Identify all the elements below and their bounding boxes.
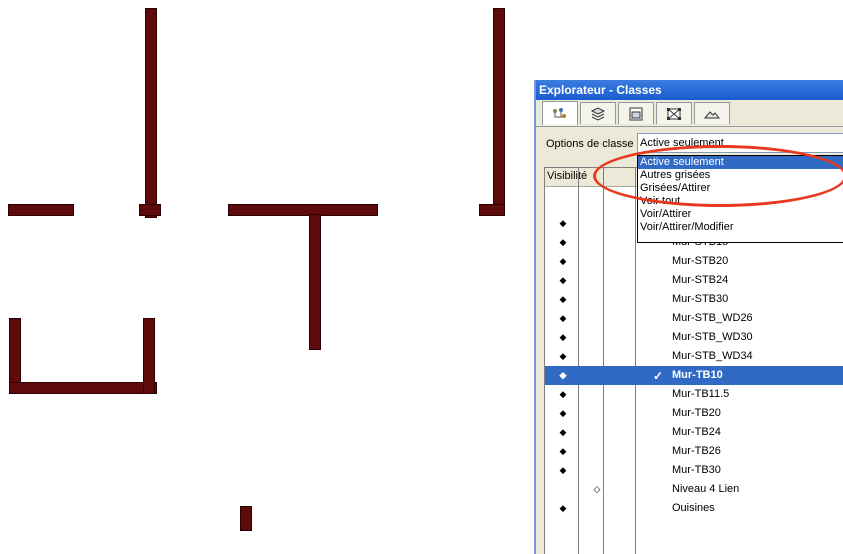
class-name: Mur-TB26 <box>672 445 721 457</box>
tab-windows[interactable] <box>618 102 654 124</box>
visibility-marker[interactable]: ◆ <box>558 218 568 228</box>
class-row[interactable]: ◆ Mur-STB24 <box>545 271 843 290</box>
wall-segment[interactable] <box>143 318 155 394</box>
class-name: Mur-TB30 <box>672 464 721 476</box>
class-row[interactable]: ◆ Mur-TB26 <box>545 442 843 461</box>
wall-segment[interactable] <box>493 8 505 216</box>
visibility-marker[interactable]: ◆ <box>558 237 568 247</box>
class-name: Mur-STB_WD30 <box>672 331 753 343</box>
dropdown-option[interactable]: Voir/Attirer <box>638 208 843 221</box>
visibility-marker[interactable]: ◆ <box>558 503 568 513</box>
class-row[interactable]: ◆ Mur-STB_WD34 <box>545 347 843 366</box>
class-row[interactable]: ◆ Mur-TB24 <box>545 423 843 442</box>
panel-title[interactable]: Explorateur - Classes <box>536 80 843 100</box>
class-name: Mur-STB24 <box>672 274 729 286</box>
class-name: Mur-STB30 <box>672 293 729 305</box>
wall-segment[interactable] <box>228 204 378 216</box>
visibility-marker[interactable]: ◆ <box>558 351 568 361</box>
class-row[interactable]: ◇ Niveau 4 Lien <box>545 480 843 499</box>
column-visibility[interactable]: Visibilité <box>547 170 587 182</box>
class-row[interactable]: ◆ Ouisines <box>545 499 843 518</box>
class-name: Mur-STB_WD34 <box>672 350 753 362</box>
class-name: Ouisines <box>672 502 715 514</box>
class-options-label: Options de classe <box>546 138 634 150</box>
visibility-marker[interactable]: ◆ <box>558 275 568 285</box>
terrain-icon <box>704 107 720 121</box>
class-name: Mur-TB10 <box>672 369 723 381</box>
visibility-marker[interactable]: ◆ <box>558 465 568 475</box>
visibility-marker[interactable]: ◆ <box>558 389 568 399</box>
visibility-marker[interactable]: ◆ <box>558 427 568 437</box>
visibility-marker[interactable]: ◆ <box>558 313 568 323</box>
wall-segment[interactable] <box>139 204 161 216</box>
class-name: Mur-TB11.5 <box>672 388 730 400</box>
class-name: Mur-TB24 <box>672 426 721 438</box>
wall-segment[interactable] <box>9 382 157 394</box>
drawing-canvas[interactable] <box>0 0 534 554</box>
class-row[interactable]: ◆ Mur-STB_WD30 <box>545 328 843 347</box>
wall-segment[interactable] <box>479 204 505 216</box>
wall-segment[interactable] <box>8 204 74 216</box>
frame-icon <box>666 107 682 121</box>
visibility-marker[interactable]: ◆ <box>558 294 568 304</box>
tab-divider <box>536 126 843 127</box>
class-row[interactable]: ◆ ✓ Mur-TB10 <box>545 366 843 385</box>
annotation-circle <box>593 145 843 207</box>
wall-segment[interactable] <box>240 506 252 531</box>
class-name: Mur-TB20 <box>672 407 721 419</box>
tab-terrain[interactable] <box>694 102 730 124</box>
class-name: Mur-STB_WD26 <box>672 312 753 324</box>
layers-icon <box>590 106 606 121</box>
class-tree-icon <box>552 107 568 121</box>
visibility-marker[interactable]: ◆ <box>558 446 568 456</box>
window-icon <box>628 107 644 121</box>
visibility-marker[interactable]: ◆ <box>558 256 568 266</box>
tab-frames[interactable] <box>656 102 692 124</box>
active-check-icon: ✓ <box>653 369 664 383</box>
class-name: Mur-STB20 <box>672 255 729 267</box>
class-name: Niveau 4 Lien <box>672 483 740 495</box>
visibility-marker[interactable]: ◆ <box>558 370 568 380</box>
class-row[interactable]: ◆ Mur-TB30 <box>545 461 843 480</box>
class-row[interactable]: ◆ Mur-TB20 <box>545 404 843 423</box>
dropdown-option[interactable]: Voir/Attirer/Modifier <box>638 221 843 234</box>
class-row[interactable]: ◆ Mur-TB11.5 <box>545 385 843 404</box>
tab-layers[interactable] <box>580 102 616 124</box>
class-row[interactable]: ◆ Mur-STB_WD26 <box>545 309 843 328</box>
wall-segment[interactable] <box>309 214 321 350</box>
tab-classes[interactable] <box>542 101 578 125</box>
visibility-marker[interactable]: ◆ <box>558 332 568 342</box>
visibility-marker[interactable]: ◆ <box>558 408 568 418</box>
class-row[interactable]: ◆ Mur-STB20 <box>545 252 843 271</box>
visibility-marker-alt[interactable]: ◇ <box>592 484 602 494</box>
tab-strip <box>536 101 843 127</box>
class-row[interactable]: ◆ Mur-STB30 <box>545 290 843 309</box>
wall-segment[interactable] <box>145 8 157 218</box>
